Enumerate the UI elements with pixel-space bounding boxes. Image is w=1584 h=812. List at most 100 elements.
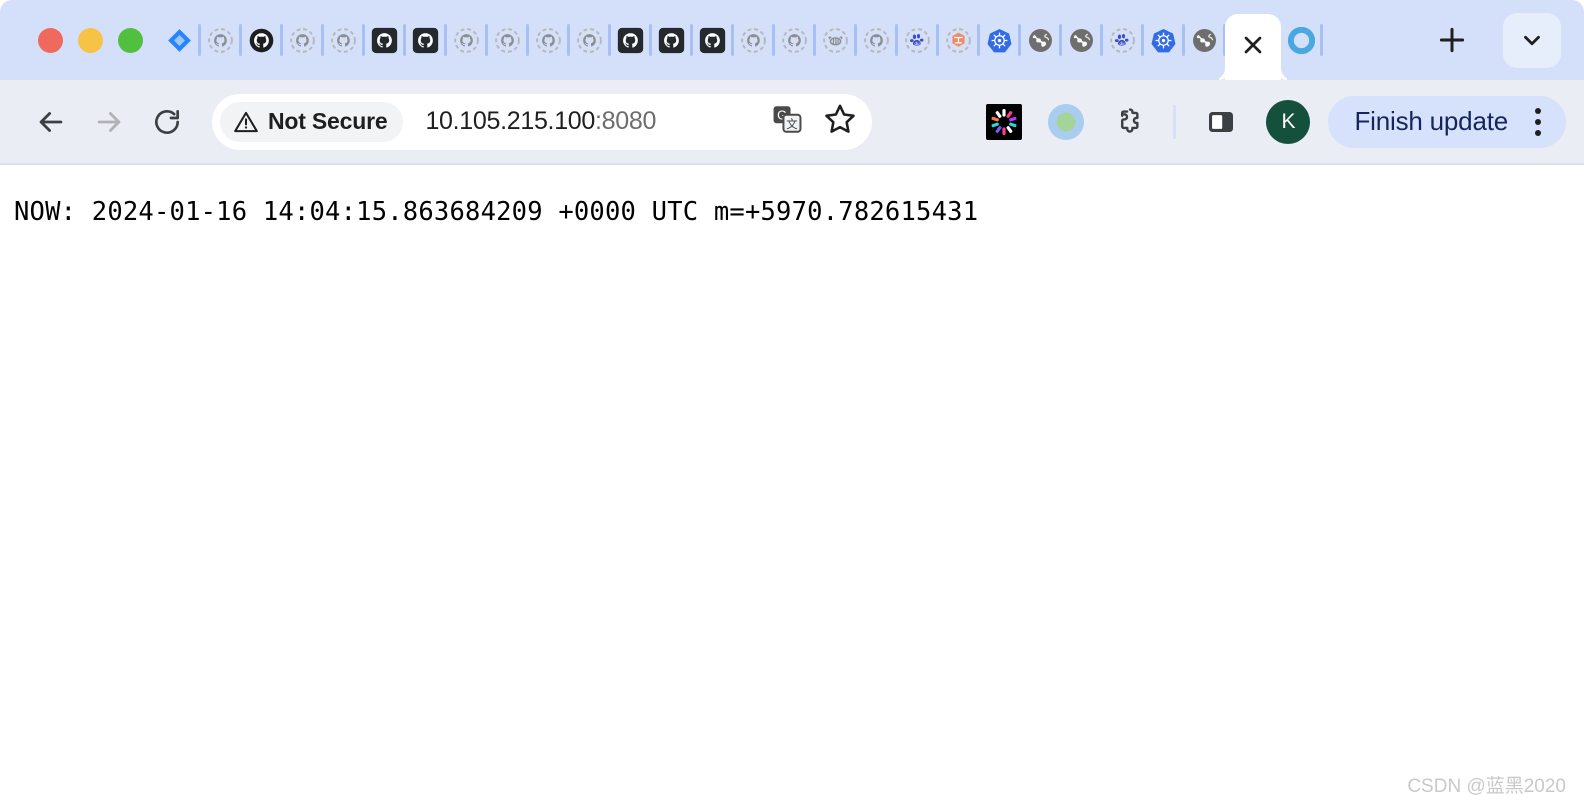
browser-toolbar: Not Secure 10.105.215.100:8080 G 文 K Fin… [0,80,1584,165]
circle-extension-button[interactable] [1035,94,1097,150]
tab-search-bg [1503,12,1561,68]
tab-item-active[interactable] [1225,14,1281,80]
jira-diamond-icon [166,27,193,54]
github-loading-icon [453,27,480,54]
translate-icon: G 文 [773,106,802,133]
tab-item[interactable] [815,0,857,80]
forward-arrow-icon [97,111,121,132]
github-loading-icon [330,27,357,54]
address-bar[interactable]: Not Secure 10.105.215.100:8080 G 文 [212,93,872,150]
tab-item[interactable] [1020,0,1062,80]
back-button[interactable] [22,93,80,151]
tab-strip: du du [0,0,1584,80]
close-window-button[interactable] [38,27,63,53]
github-loading-icon [535,27,562,54]
security-status-label: Not Secure [268,108,388,134]
pinwheel-extension-icon [986,103,1023,140]
url-host: 10.105.215.100 [425,107,596,135]
chevron-down-icon [1524,35,1540,46]
tab-item[interactable] [774,0,816,80]
tab-item[interactable] [610,0,652,80]
tab-item[interactable] [733,0,775,80]
tab-item[interactable] [364,0,406,80]
url-port: :8080 [595,107,657,135]
tab-item[interactable] [569,0,611,80]
tab-item[interactable] [200,0,242,80]
maximize-window-button[interactable] [118,27,143,53]
side-panel-icon [1209,111,1234,132]
browser-menu-button[interactable] [1520,100,1556,144]
translate-button[interactable]: G 文 [770,102,804,141]
avatar-letter: K [1281,109,1296,133]
circle-extension-icon [1048,103,1085,140]
tab-item[interactable] [1061,0,1103,80]
github-loading-icon [289,27,316,54]
puzzle-extensions-icon [1121,107,1140,133]
github-loading-icon [494,27,521,54]
finish-update-label: Finish update [1354,106,1508,136]
browser-window: du du Not Secure 10.105.215.100:8080 G 文… [0,0,1584,812]
github-dark-icon [658,27,685,54]
tab-item[interactable] [487,0,529,80]
extensions-button[interactable] [1097,94,1159,150]
toolbar-actions: K Finish update [973,94,1566,150]
tab-item[interactable] [856,0,898,80]
finish-update-button[interactable]: Finish update [1328,95,1566,148]
tab-item[interactable] [651,0,693,80]
avatar[interactable]: K [1266,99,1311,144]
baidu-paw-icon: du [904,27,931,54]
tab-item[interactable] [446,0,488,80]
globe-icon [1068,27,1095,54]
svg-text:du: du [1119,41,1125,46]
github-loading-icon [740,27,767,54]
tab-item[interactable]: du [897,0,939,80]
tab-item[interactable] [528,0,570,80]
new-tab-button[interactable] [1424,0,1480,80]
url-text: 10.105.215.100:8080 [425,107,656,136]
reload-icon [155,109,179,134]
pinwheel-extension-button[interactable] [973,94,1035,150]
github-dark-icon [617,27,644,54]
tab-item[interactable] [241,0,283,80]
reload-button[interactable] [138,93,196,151]
github-loading-icon [207,27,234,54]
bee-loading-icon [822,27,849,54]
tab-item[interactable] [405,0,447,80]
tab-item[interactable] [1143,0,1185,80]
bookmark-button[interactable] [822,101,858,142]
plus-icon [1439,27,1465,53]
kebab-dot-3 [1535,129,1541,136]
orange-hexagon-icon [945,27,972,54]
tab-item[interactable] [692,0,734,80]
page-content: NOW: 2024-01-16 14:04:15.863684209 +0000… [0,165,1584,810]
tab-item[interactable] [1281,0,1323,80]
security-status-badge[interactable]: Not Secure [220,101,404,142]
tab-item[interactable] [282,0,324,80]
tab-item[interactable] [979,0,1021,80]
tab-item[interactable] [159,0,201,80]
kebab-dot-2 [1535,118,1541,125]
forward-button[interactable] [80,93,138,151]
github-loading-icon [863,27,890,54]
kebab-dot-1 [1535,107,1541,114]
tab-search-button[interactable] [1480,0,1584,80]
globe-icon [1027,27,1054,54]
github-dark-icon [699,27,726,54]
tab-item[interactable] [323,0,365,80]
svg-text:文: 文 [786,117,797,131]
star-icon [825,104,855,133]
baidu-paw-icon: du [1109,27,1136,54]
watermark-label: CSDN @蓝黑2020 [1407,776,1566,797]
omnibox-actions: G 文 [770,101,858,142]
globe-icon [1191,27,1218,54]
toolbar-divider [1173,104,1177,139]
back-arrow-icon [39,111,63,132]
tab-item[interactable]: du [1102,0,1144,80]
minimize-window-button[interactable] [78,27,103,53]
close-icon[interactable] [1239,31,1267,64]
github-dark-icon [371,27,398,54]
window-controls [0,0,159,80]
side-panel-button[interactable] [1190,94,1252,150]
github-loading-icon [576,27,603,54]
tab-item[interactable] [938,0,980,80]
